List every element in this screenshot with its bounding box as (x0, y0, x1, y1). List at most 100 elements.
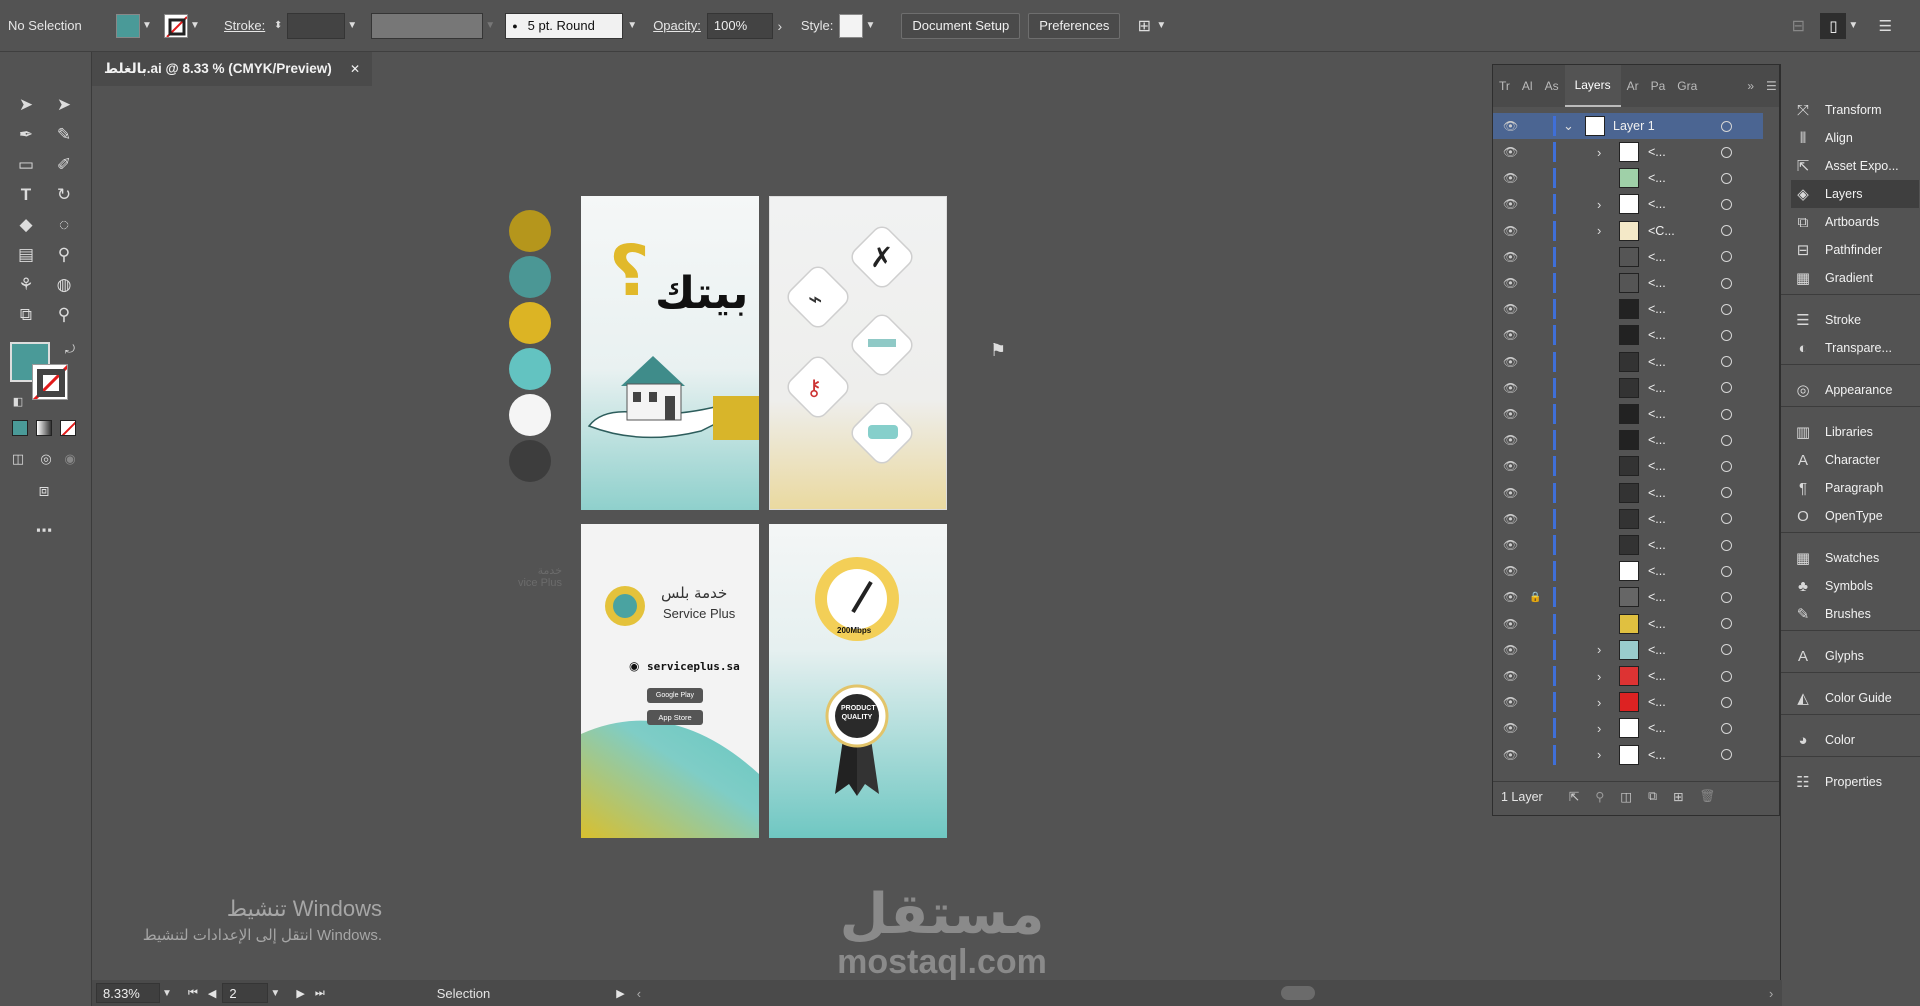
sublayer-row[interactable]: 👁 <... (1493, 244, 1763, 270)
panel-opentype[interactable]: O OpenType (1791, 502, 1919, 530)
pen-tool-icon[interactable]: ✒ (12, 122, 40, 148)
visibility-eye-icon[interactable]: 👁 (1503, 433, 1518, 447)
panel-character[interactable]: A Character (1791, 446, 1919, 474)
target-circle-icon[interactable] (1721, 329, 1732, 341)
paintbrush-tool-icon[interactable]: ✐ (50, 152, 78, 178)
visibility-eye-icon[interactable]: 👁 (1503, 381, 1518, 395)
sublayer-row[interactable]: 👁 <... (1493, 453, 1763, 479)
sublayer-name[interactable]: <... (1648, 459, 1666, 473)
visibility-eye-icon[interactable]: 👁 (1503, 407, 1518, 421)
visibility-eye-icon[interactable]: 👁 (1503, 512, 1518, 526)
artboard-3[interactable]: خدمة بلس Service Plus ◉ serviceplus.sa G… (581, 524, 759, 838)
panel-swatches[interactable]: ▦ Swatches (1791, 544, 1919, 572)
visibility-eye-icon[interactable]: 👁 (1503, 721, 1518, 735)
screen-mode-icon[interactable]: ⧈ (30, 478, 58, 504)
stroke-control[interactable]: ▼ (164, 13, 202, 38)
sublayer-row[interactable]: 👁 <... (1493, 270, 1763, 296)
chevron-down-icon[interactable]: ▼ (268, 988, 282, 999)
status-menu-icon[interactable]: ▶ (616, 987, 624, 1000)
sublayer-name[interactable]: <... (1648, 197, 1666, 211)
clipping-mask-icon[interactable]: ◫ (1620, 789, 1632, 804)
sublayer-name[interactable]: <C... (1648, 224, 1675, 238)
visibility-eye-icon[interactable]: 👁 (1503, 538, 1518, 552)
artboard-1[interactable]: ؟ بيتك (581, 196, 759, 510)
sublayer-name[interactable]: <... (1648, 695, 1666, 709)
visibility-eye-icon[interactable]: 👁 (1503, 459, 1518, 473)
visibility-eye-icon[interactable]: 👁 (1503, 224, 1518, 238)
panel-transpare[interactable]: ◐ Transpare... (1791, 334, 1919, 362)
sublayer-row[interactable]: 👁 <... (1493, 296, 1763, 322)
chevron-down-icon[interactable]: ▼ (625, 20, 639, 31)
export-icon[interactable]: ⇱ (1569, 789, 1579, 804)
panel-libraries[interactable]: ▥ Libraries (1791, 418, 1919, 446)
target-circle-icon[interactable] (1721, 618, 1732, 630)
chevron-down-icon[interactable]: ▼ (1846, 20, 1860, 31)
artboard-tool-icon[interactable]: ⧉ (12, 302, 40, 328)
panel-menu-icon[interactable]: ☰ (1878, 17, 1892, 35)
chevron-right-icon[interactable]: › (1597, 695, 1601, 710)
draw-normal-icon[interactable]: ◫ (4, 446, 32, 472)
color-swatch-dot[interactable] (509, 256, 551, 298)
target-circle-icon[interactable] (1721, 356, 1732, 368)
chevron-down-icon[interactable]: ▼ (863, 20, 877, 31)
sublayer-row[interactable]: 👁 <... (1493, 480, 1763, 506)
preferences-button[interactable]: Preferences (1028, 12, 1121, 39)
chevron-down-icon[interactable]: ▼ (483, 20, 497, 31)
visibility-eye-icon[interactable]: 👁 (1503, 590, 1518, 604)
stroke-weight-field[interactable] (287, 12, 346, 39)
zoom-field[interactable]: 8.33% (96, 983, 160, 1003)
panel-pathfinder[interactable]: ⊟ Pathfinder (1791, 236, 1919, 264)
sublayer-row[interactable]: 👁 <... (1493, 401, 1763, 427)
chevron-right-icon[interactable]: › (1597, 145, 1601, 160)
more-tabs-icon[interactable]: » (1741, 79, 1760, 93)
gradient-tool-icon[interactable]: ▤ (12, 242, 40, 268)
panel-tab[interactable]: As (1539, 79, 1565, 93)
sublayer-row[interactable]: 👁 <... (1493, 532, 1763, 558)
visibility-eye-icon[interactable]: 👁 (1503, 748, 1518, 762)
arrange-documents-icon[interactable]: ⊞ (1134, 16, 1154, 36)
sublayer-row[interactable]: 👁 <... (1493, 506, 1763, 532)
sublayer-row[interactable]: 👁 <... (1493, 349, 1763, 375)
sublayer-name[interactable]: <... (1648, 171, 1666, 185)
eraser-tool-icon[interactable]: ◆ (12, 212, 40, 238)
sublayer-row[interactable]: 👁 <... (1493, 427, 1763, 453)
fill-control[interactable]: ▼ (116, 13, 154, 38)
visibility-eye-icon[interactable]: 👁 (1503, 564, 1518, 578)
sublayer-row[interactable]: 👁 › <... (1493, 637, 1763, 663)
color-swatch-dot[interactable] (509, 348, 551, 390)
panel-tab[interactable]: Ar (1621, 79, 1645, 93)
variable-width-profile[interactable] (371, 12, 484, 39)
target-circle-icon[interactable] (1721, 749, 1732, 761)
target-circle-icon[interactable] (1721, 225, 1732, 237)
target-circle-icon[interactable] (1721, 303, 1732, 315)
panel-tab[interactable]: Layers (1564, 65, 1621, 107)
sublayer-row[interactable]: 👁 <... (1493, 611, 1763, 637)
sublayer-name[interactable]: <... (1648, 276, 1666, 290)
visibility-eye-icon[interactable]: 👁 (1503, 486, 1518, 500)
sublayer-row[interactable]: 👁 <... (1493, 165, 1763, 191)
layer-name[interactable]: Layer 1 (1613, 119, 1655, 133)
chevron-right-icon[interactable]: › (1597, 669, 1601, 684)
visibility-eye-icon[interactable]: 👁 (1503, 328, 1518, 342)
panel-color[interactable]: ◕ Color (1791, 726, 1919, 754)
document-tab[interactable]: بالغلط.ai @ 8.33 % (CMYK/Preview) ✕ (92, 52, 372, 86)
panel-transform[interactable]: ⤧ Transform (1791, 96, 1919, 124)
sublayer-name[interactable]: <... (1648, 721, 1666, 735)
document-setup-button[interactable]: Document Setup (901, 12, 1021, 39)
panel-tab[interactable]: Gra (1671, 79, 1703, 93)
chevron-down-icon[interactable]: ▼ (140, 20, 154, 31)
artboard-2[interactable]: ✗ ⌁ ⚷ (769, 196, 947, 510)
locate-object-icon[interactable]: ⚲ (1595, 789, 1604, 804)
stroke-stepper-icon[interactable]: ⬍ (271, 20, 285, 31)
panel-tab[interactable]: Tr (1493, 79, 1516, 93)
panel-stroke[interactable]: ☰ Stroke (1791, 306, 1919, 334)
layer-row[interactable]: 👁 ⌄ Layer 1 (1493, 113, 1763, 139)
eyedropper-tool-icon[interactable]: ⚲ (50, 242, 78, 268)
target-circle-icon[interactable] (1721, 120, 1732, 132)
sublayer-name[interactable]: <... (1648, 643, 1666, 657)
visibility-eye-icon[interactable]: 👁 (1503, 617, 1518, 631)
chevron-down-icon[interactable]: ▼ (1154, 20, 1168, 31)
panel-color-guide[interactable]: ◭ Color Guide (1791, 684, 1919, 712)
arrange-icon[interactable]: ⊟ (1788, 16, 1808, 36)
target-circle-icon[interactable] (1721, 198, 1732, 210)
